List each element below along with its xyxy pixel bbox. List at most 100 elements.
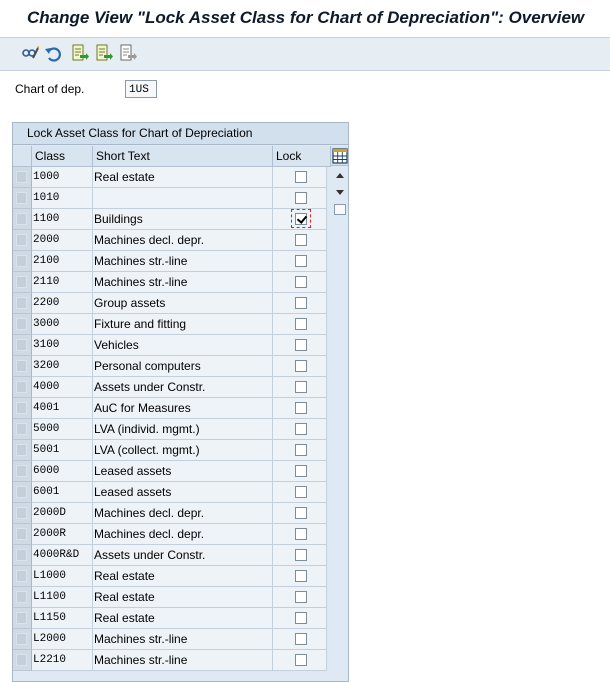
table-title: Lock Asset Class for Chart of Depreciati…	[13, 123, 348, 145]
cell-short-text: Personal computers	[93, 356, 273, 377]
row-selector[interactable]	[13, 251, 32, 272]
lock-checkbox[interactable]	[295, 213, 307, 225]
cell-class: L1000	[32, 566, 93, 587]
lock-checkbox[interactable]	[295, 381, 307, 393]
display-change-button[interactable]	[20, 43, 40, 63]
lock-checkbox[interactable]	[295, 192, 307, 204]
cell-short-text: Machines decl. depr.	[93, 230, 273, 251]
cell-lock	[273, 167, 327, 188]
scroll-thumb[interactable]	[334, 204, 346, 215]
cell-short-text: Real estate	[93, 566, 273, 587]
cell-class: 3000	[32, 314, 93, 335]
row-selector[interactable]	[13, 587, 32, 608]
table-row: L1150 Real estate	[13, 608, 333, 629]
lock-checkbox[interactable]	[295, 549, 307, 561]
row-selector[interactable]	[13, 608, 32, 629]
select-all-button[interactable]	[93, 43, 113, 63]
row-selector[interactable]	[13, 293, 32, 314]
row-selector[interactable]	[13, 482, 32, 503]
column-header-lock[interactable]: Lock	[273, 146, 331, 167]
row-selector[interactable]	[13, 398, 32, 419]
row-selector[interactable]	[13, 188, 32, 209]
table-row: 1000 Real estate	[13, 167, 333, 188]
table-row: 2000R Machines decl. depr.	[13, 524, 333, 545]
deselect-all-button[interactable]	[117, 43, 137, 63]
row-selector[interactable]	[13, 335, 32, 356]
cell-lock	[273, 335, 327, 356]
row-selector[interactable]	[13, 209, 32, 230]
cell-class: 4001	[32, 398, 93, 419]
cell-short-text: Leased assets	[93, 461, 273, 482]
lock-checkbox[interactable]	[295, 633, 307, 645]
lock-checkbox[interactable]	[295, 276, 307, 288]
lock-checkbox[interactable]	[295, 402, 307, 414]
cell-lock	[273, 398, 327, 419]
lock-checkbox[interactable]	[295, 234, 307, 246]
row-selector[interactable]	[13, 230, 32, 251]
export-button[interactable]	[69, 43, 89, 63]
row-selector[interactable]	[13, 650, 32, 671]
lock-checkbox[interactable]	[295, 507, 307, 519]
cell-lock	[273, 587, 327, 608]
row-selector[interactable]	[13, 545, 32, 566]
undo-button[interactable]	[43, 43, 63, 63]
table-settings-button[interactable]	[331, 146, 348, 166]
table-settings-icon	[332, 148, 348, 164]
lock-checkbox[interactable]	[295, 444, 307, 456]
lock-checkbox[interactable]	[295, 591, 307, 603]
cell-class: 2000R	[32, 524, 93, 545]
page-title: Change View "Lock Asset Class for Chart …	[27, 8, 585, 27]
cell-class: 5001	[32, 440, 93, 461]
row-selector[interactable]	[13, 629, 32, 650]
row-selector[interactable]	[13, 314, 32, 335]
cell-class: 6001	[32, 482, 93, 503]
select-all-rows-header[interactable]	[13, 146, 32, 167]
chart-of-dep-field[interactable]: 1US	[125, 80, 157, 98]
lock-checkbox[interactable]	[295, 360, 307, 372]
lock-checkbox[interactable]	[295, 486, 307, 498]
cell-lock	[273, 566, 327, 587]
row-selector[interactable]	[13, 461, 32, 482]
lock-checkbox[interactable]	[295, 297, 307, 309]
title-bar: Change View "Lock Asset Class for Chart …	[0, 0, 610, 38]
cell-short-text: Fixture and fitting	[93, 314, 273, 335]
column-header-short-text[interactable]: Short Text	[93, 146, 273, 167]
lock-checkbox[interactable]	[295, 423, 307, 435]
row-selector[interactable]	[13, 272, 32, 293]
vertical-scrollbar[interactable]	[333, 167, 348, 681]
lock-checkbox[interactable]	[295, 612, 307, 624]
row-selector[interactable]	[13, 524, 32, 545]
cell-lock	[273, 251, 327, 272]
lock-checkbox[interactable]	[295, 654, 307, 666]
lock-checkbox[interactable]	[295, 171, 307, 183]
cell-lock	[273, 608, 327, 629]
cell-class: 3200	[32, 356, 93, 377]
scroll-up-icon[interactable]	[336, 173, 344, 178]
row-selector[interactable]	[13, 566, 32, 587]
row-selector[interactable]	[13, 419, 32, 440]
table-row: 4000 Assets under Constr.	[13, 377, 333, 398]
lock-checkbox[interactable]	[295, 255, 307, 267]
row-selector[interactable]	[13, 356, 32, 377]
lock-checkbox[interactable]	[295, 318, 307, 330]
cell-short-text: Vehicles	[93, 335, 273, 356]
cell-short-text: Buildings	[93, 209, 273, 230]
scroll-down-icon[interactable]	[336, 190, 344, 195]
row-selector[interactable]	[13, 377, 32, 398]
row-selector[interactable]	[13, 440, 32, 461]
lock-checkbox[interactable]	[295, 339, 307, 351]
row-selector[interactable]	[13, 503, 32, 524]
cell-class: L1150	[32, 608, 93, 629]
lock-checkbox[interactable]	[295, 570, 307, 582]
lock-checkbox[interactable]	[295, 528, 307, 540]
table-row: 6000 Leased assets	[13, 461, 333, 482]
cell-class: L2210	[32, 650, 93, 671]
column-header-class[interactable]: Class	[32, 146, 93, 167]
lock-checkbox[interactable]	[295, 465, 307, 477]
table-row: 2200 Group assets	[13, 293, 333, 314]
row-selector[interactable]	[13, 167, 32, 188]
cell-short-text	[93, 188, 273, 209]
undo-icon	[45, 47, 61, 62]
cell-class: 2000D	[32, 503, 93, 524]
cell-class: 2000	[32, 230, 93, 251]
